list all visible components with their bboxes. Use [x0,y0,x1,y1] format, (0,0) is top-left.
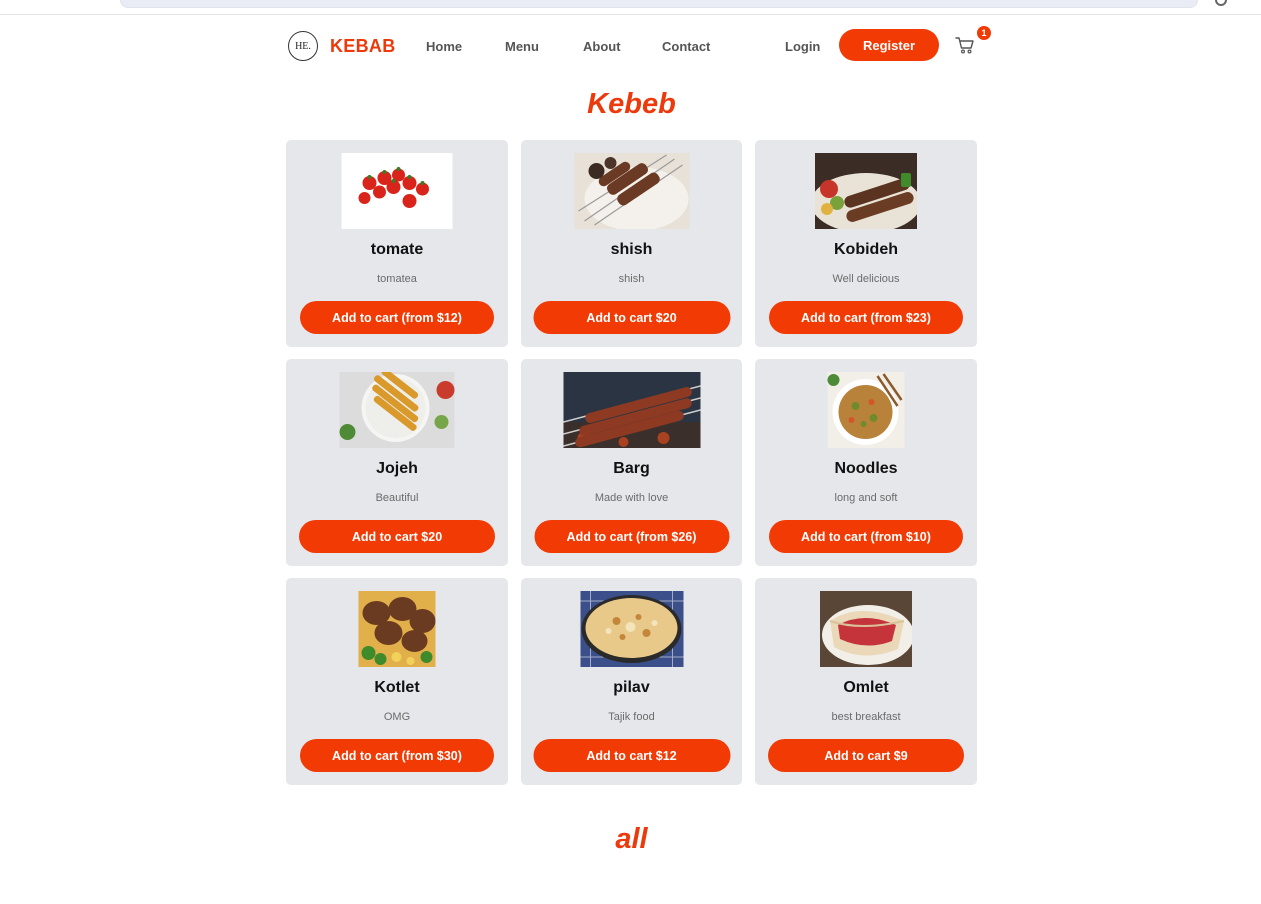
nav-menu[interactable]: Menu [505,39,539,54]
product-name[interactable]: Omlet [755,679,977,697]
address-bar[interactable] [120,0,1198,8]
product-description: Well delicious [832,273,900,285]
product-name[interactable]: Jojeh [286,460,508,478]
product-name[interactable]: Barg [521,460,742,478]
product-description: Tajik food [608,711,655,723]
logo[interactable]: HE. [288,31,318,61]
product-card: pilav Tajik food Add to cart $12 [521,578,742,785]
brand-name[interactable]: KEBAB [330,36,396,57]
product-card: Kotlet OMG Add to cart (from $30) [286,578,508,785]
shish-kebab-image[interactable] [574,153,689,229]
product-card: Noodles long and soft Add to cart (from … [755,359,977,566]
jojeh-image[interactable] [339,372,455,448]
add-to-cart-button[interactable]: Add to cart (from $10) [769,520,963,553]
kotlet-image[interactable] [358,591,436,667]
add-to-cart-button[interactable]: Add to cart $20 [299,520,495,553]
omlet-image[interactable] [820,591,912,667]
product-name[interactable]: Kotlet [286,679,508,697]
product-name[interactable]: Kobideh [755,241,977,259]
section-title-featured: Kebeb [587,88,676,120]
product-description: shish [618,273,645,285]
add-to-cart-button[interactable]: Add to cart $12 [533,739,730,772]
add-to-cart-button[interactable]: Add to cart (from $26) [534,520,729,553]
product-description: tomatea [377,273,417,285]
navbar: HE. KEBAB Home Menu About Contact Login … [286,26,991,64]
barg-image[interactable] [563,372,700,448]
product-name[interactable]: shish [521,241,742,259]
product-card: Omlet best breakfast Add to cart $9 [755,578,977,785]
add-to-cart-button[interactable]: Add to cart (from $23) [769,301,963,334]
kobideh-image[interactable] [815,153,917,229]
add-to-cart-button[interactable]: Add to cart $20 [533,301,730,334]
cart-icon[interactable] [955,36,977,56]
tomatoes-image[interactable] [341,153,453,229]
browser-menu-icon[interactable] [1215,0,1227,6]
nav-home[interactable]: Home [426,39,462,54]
product-description: long and soft [834,492,898,504]
add-to-cart-button[interactable]: Add to cart (from $30) [300,739,494,772]
product-card: tomate tomatea Add to cart (from $12) [286,140,508,347]
nav-about[interactable]: About [583,39,621,54]
product-grid: tomate tomatea Add to cart (from $12) sh… [286,140,977,785]
product-card: shish shish Add to cart $20 [521,140,742,347]
pilav-image[interactable] [580,591,683,667]
product-name[interactable]: Noodles [755,460,977,478]
product-description: Made with love [594,492,669,504]
product-card: Jojeh Beautiful Add to cart $20 [286,359,508,566]
product-description: OMG [383,711,411,723]
register-button[interactable]: Register [839,29,939,61]
noodles-image[interactable] [827,372,905,448]
add-to-cart-button[interactable]: Add to cart (from $12) [300,301,494,334]
cart-count-badge: 1 [977,26,991,40]
section-title-all: all [615,823,648,855]
product-description: best breakfast [831,711,901,723]
product-card: Kobideh Well delicious Add to cart (from… [755,140,977,347]
login-link[interactable]: Login [785,39,820,54]
nav-contact[interactable]: Contact [662,39,710,54]
product-name[interactable]: pilav [521,679,742,697]
product-name[interactable]: tomate [286,241,508,259]
product-description: Beautiful [375,492,419,504]
add-to-cart-button[interactable]: Add to cart $9 [768,739,964,772]
browser-toolbar [0,0,1261,15]
product-card: Barg Made with love Add to cart (from $2… [521,359,742,566]
